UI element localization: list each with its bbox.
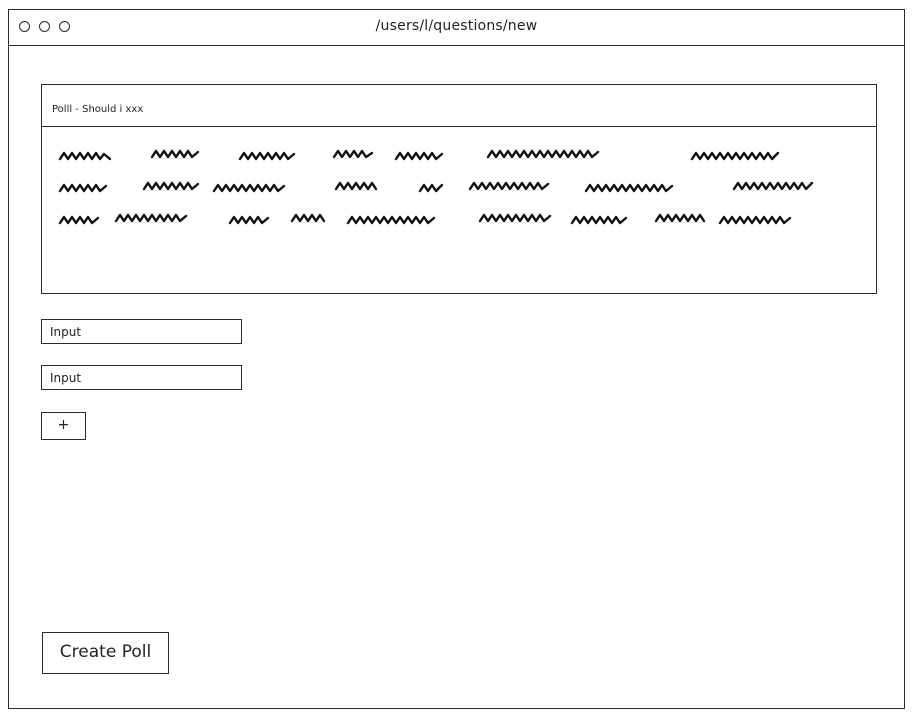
scribble-word xyxy=(228,215,270,225)
scribble-word xyxy=(58,215,100,225)
url-bar[interactable]: /users/l/questions/new xyxy=(9,18,904,34)
scribble-word xyxy=(468,181,550,191)
poll-panel: Polll - Should i xxx xyxy=(41,84,877,294)
option-input-2[interactable]: Input xyxy=(41,365,242,390)
scribble-word xyxy=(486,149,600,159)
scribble-word xyxy=(332,149,374,159)
placeholder-text-scribble xyxy=(58,149,814,225)
scribble-word xyxy=(346,215,436,225)
create-poll-button[interactable]: Create Poll xyxy=(42,632,169,674)
scribble-word xyxy=(394,151,444,161)
add-option-button[interactable]: + xyxy=(41,412,86,440)
scribble-word xyxy=(238,151,296,161)
scribble-word xyxy=(334,181,378,191)
scribble-word xyxy=(290,213,326,223)
scribble-word xyxy=(114,213,188,223)
scribble-word xyxy=(690,151,780,161)
scribble-word xyxy=(584,183,674,193)
scribble-word xyxy=(142,181,200,191)
scribble-word xyxy=(478,213,552,223)
panel-title: Polll - Should i xxx xyxy=(52,104,144,115)
title-bar: /users/l/questions/new xyxy=(9,10,904,46)
scribble-word xyxy=(150,149,200,159)
option-input-1[interactable]: Input xyxy=(41,319,242,344)
scribble-word xyxy=(732,181,814,191)
scribble-word xyxy=(58,151,112,161)
scribble-word xyxy=(654,213,706,223)
scribble-word xyxy=(212,183,286,193)
panel-header: Polll - Should i xxx xyxy=(42,85,876,127)
scribble-word xyxy=(418,183,444,193)
scribble-word xyxy=(718,215,792,225)
browser-window: /users/l/questions/new Polll - Should i … xyxy=(8,9,905,709)
scribble-word xyxy=(570,215,628,225)
scribble-word xyxy=(58,183,108,193)
